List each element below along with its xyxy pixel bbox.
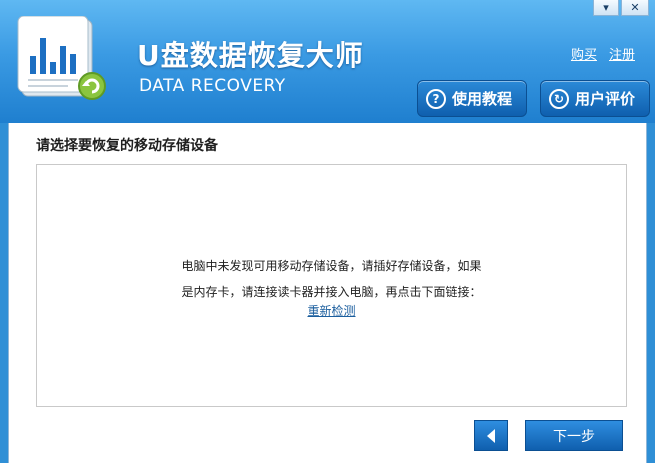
no-device-message: 电脑中未发现可用移动存储设备，请插好存储设备，如果 是内存卡，请连接读卡器并接入… <box>37 253 626 305</box>
app-header: ▾ ✕ U盘数据恢复大师 DATA RECOVERY 购买 注册 ? 使用教程 … <box>0 0 655 123</box>
main-panel: 请选择要恢复的移动存储设备 电脑中未发现可用移动存储设备，请插好存储设备，如果 … <box>8 123 647 463</box>
minimize-button[interactable]: ▾ <box>593 0 619 16</box>
question-icon: ? <box>426 88 446 109</box>
tutorial-label: 使用教程 <box>452 90 513 108</box>
close-button[interactable]: ✕ <box>621 0 649 16</box>
window-controls: ▾ ✕ <box>593 0 649 16</box>
app-window: ▾ ✕ U盘数据恢复大师 DATA RECOVERY 购买 注册 ? 使用教程 … <box>0 0 655 463</box>
message-line-1: 电脑中未发现可用移动存储设备，请插好存储设备，如果 <box>181 259 482 273</box>
app-subtitle: DATA RECOVERY <box>139 76 286 96</box>
top-links: 购买 注册 <box>571 44 635 63</box>
buy-link[interactable]: 购买 <box>571 44 597 63</box>
device-list-box: 电脑中未发现可用移动存储设备，请插好存储设备，如果 是内存卡，请连接读卡器并接入… <box>36 164 627 407</box>
select-device-prompt: 请选择要恢复的移动存储设备 <box>36 138 218 154</box>
review-label: 用户评价 <box>575 90 636 108</box>
next-button[interactable]: 下一步 <box>525 420 623 451</box>
app-title: U盘数据恢复大师 <box>137 39 364 72</box>
register-link[interactable]: 注册 <box>609 44 635 63</box>
back-button[interactable] <box>474 420 508 451</box>
back-arrow-icon <box>487 428 495 443</box>
app-logo <box>16 15 112 102</box>
recheck-link[interactable]: 重新检测 <box>37 302 626 319</box>
tutorial-button[interactable]: ? 使用教程 <box>417 80 527 117</box>
user-review-button[interactable]: ↻ 用户评价 <box>540 80 650 117</box>
recycle-icon: ↻ <box>549 88 569 109</box>
